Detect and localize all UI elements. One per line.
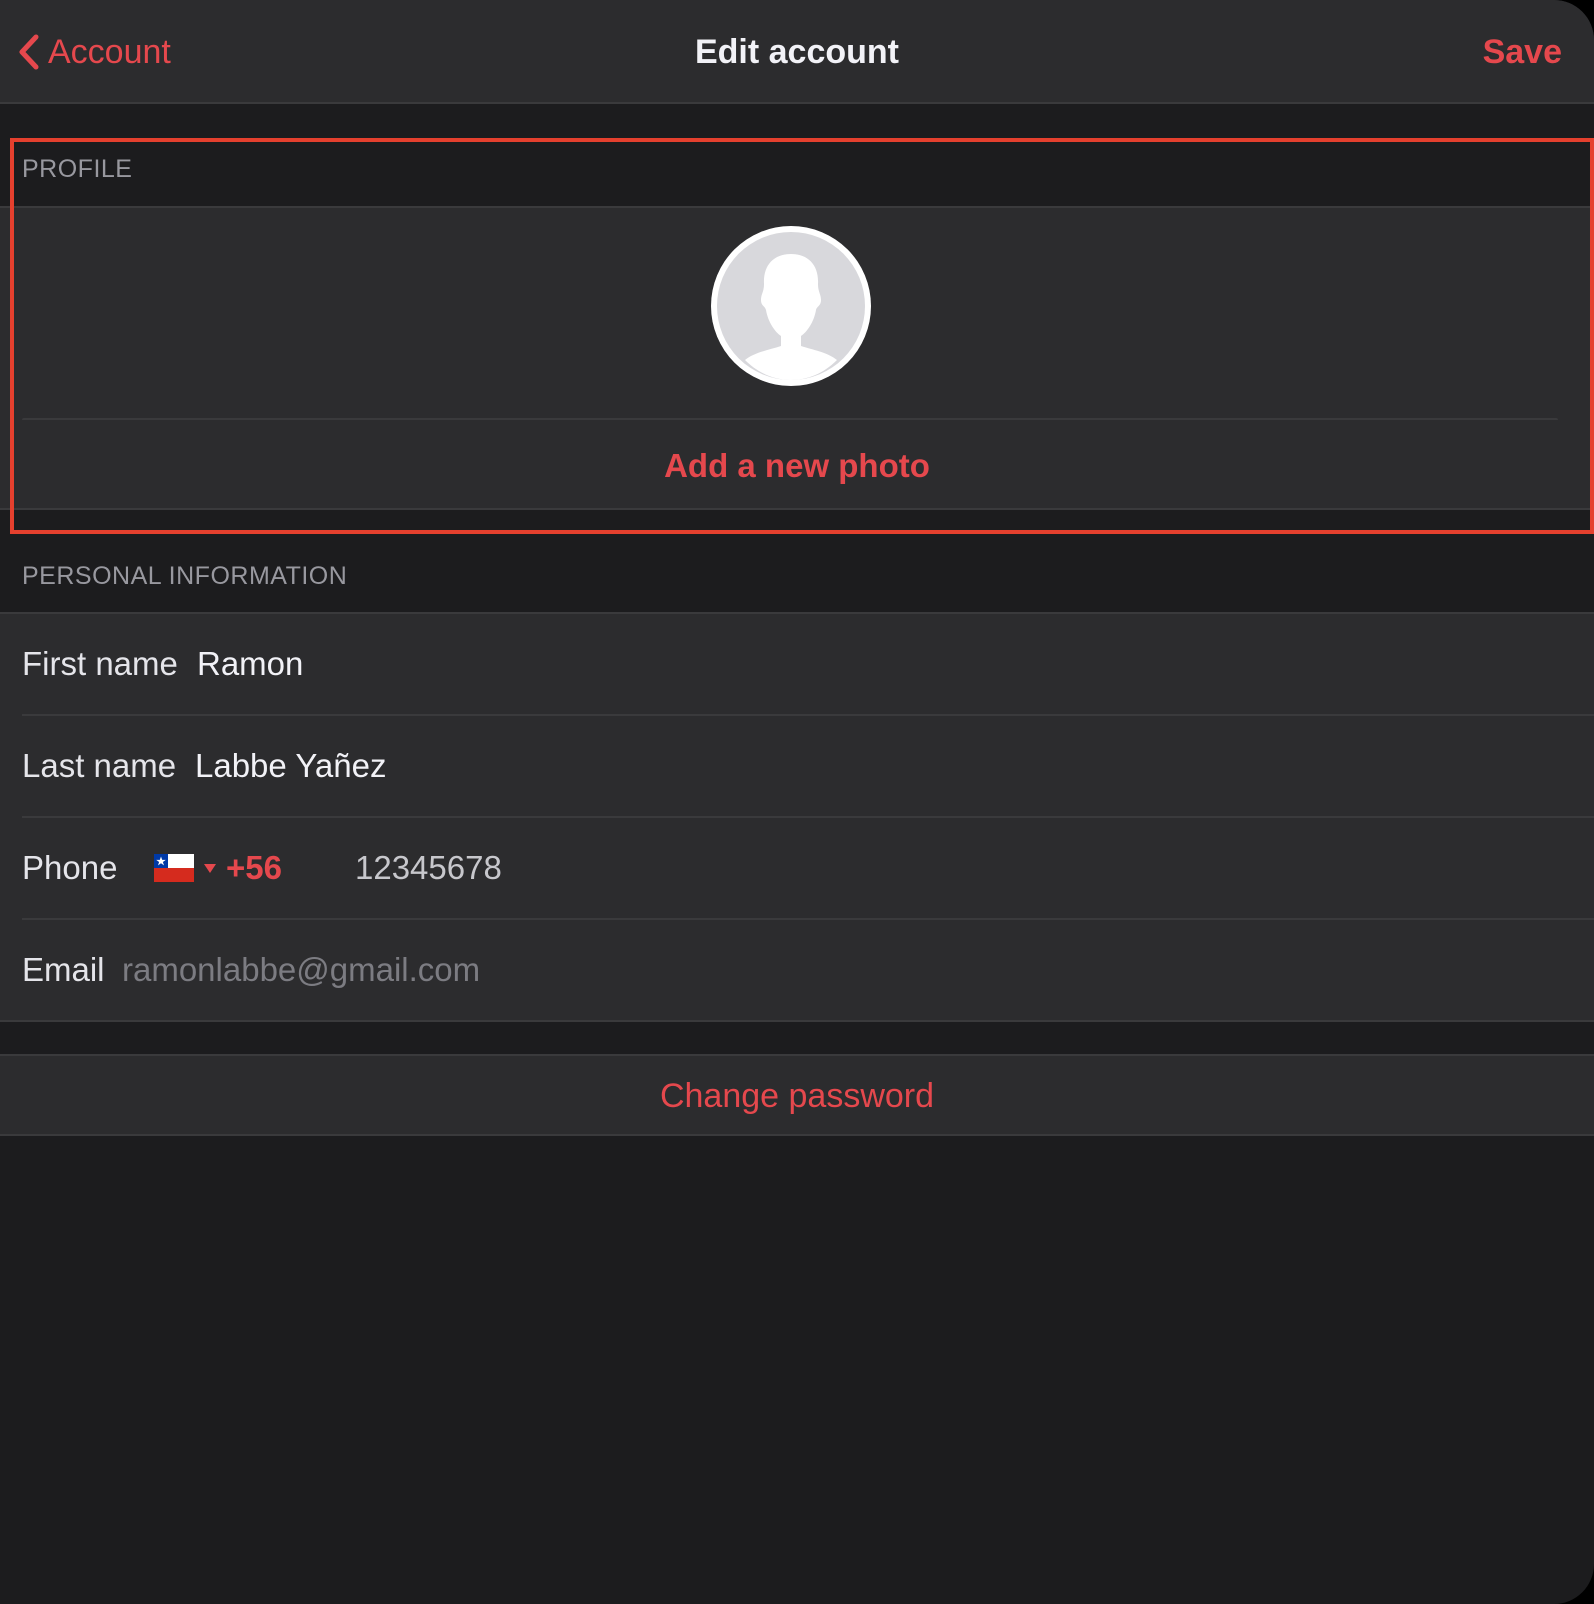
first-name-row[interactable]: First name Ramon [0,614,1594,716]
email-row[interactable]: Email ramonlabbe@gmail.com [0,920,1594,1022]
change-password-section: Change password [0,1054,1594,1136]
phone-label: Phone [22,849,118,886]
first-name-field[interactable]: Ramon [197,642,303,686]
dial-code: +56 [226,849,282,886]
profile-section-header: PROFILE [22,155,133,183]
avatar[interactable] [711,226,871,386]
country-code-picker[interactable]: +56 [154,848,282,888]
email-label: Email [22,951,105,988]
save-button[interactable]: Save [1483,30,1562,74]
photo-divider [22,418,1558,420]
device-frame: Account Edit account Save PROFILE Add a … [0,0,1594,1604]
chile-flag-icon [154,854,194,882]
personal-information-header: PERSONAL INFORMATION [22,562,348,590]
change-password-button[interactable]: Change password [0,1074,1594,1118]
add-photo-button[interactable]: Add a new photo [0,444,1594,488]
page-title: Edit account [694,33,900,71]
email-field[interactable]: ramonlabbe@gmail.com [122,948,480,992]
last-name-field[interactable]: Labbe Yañez [195,744,386,788]
personal-information-section: First name Ramon Last name Labbe Yañez P… [0,612,1594,1022]
edit-account-screen: Account Edit account Save PROFILE Add a … [0,0,1594,1604]
last-name-row[interactable]: Last name Labbe Yañez [0,716,1594,818]
first-name-label: First name [22,645,178,682]
last-name-label: Last name [22,747,177,784]
caret-down-icon [204,863,216,873]
navigation-bar: Account Edit account Save [0,0,1594,104]
phone-number-field[interactable]: 12345678 [355,846,502,890]
phone-row[interactable]: Phone +56 12345678 [0,818,1594,920]
person-silhouette-icon [711,226,871,386]
profile-section: Add a new photo [0,206,1594,510]
